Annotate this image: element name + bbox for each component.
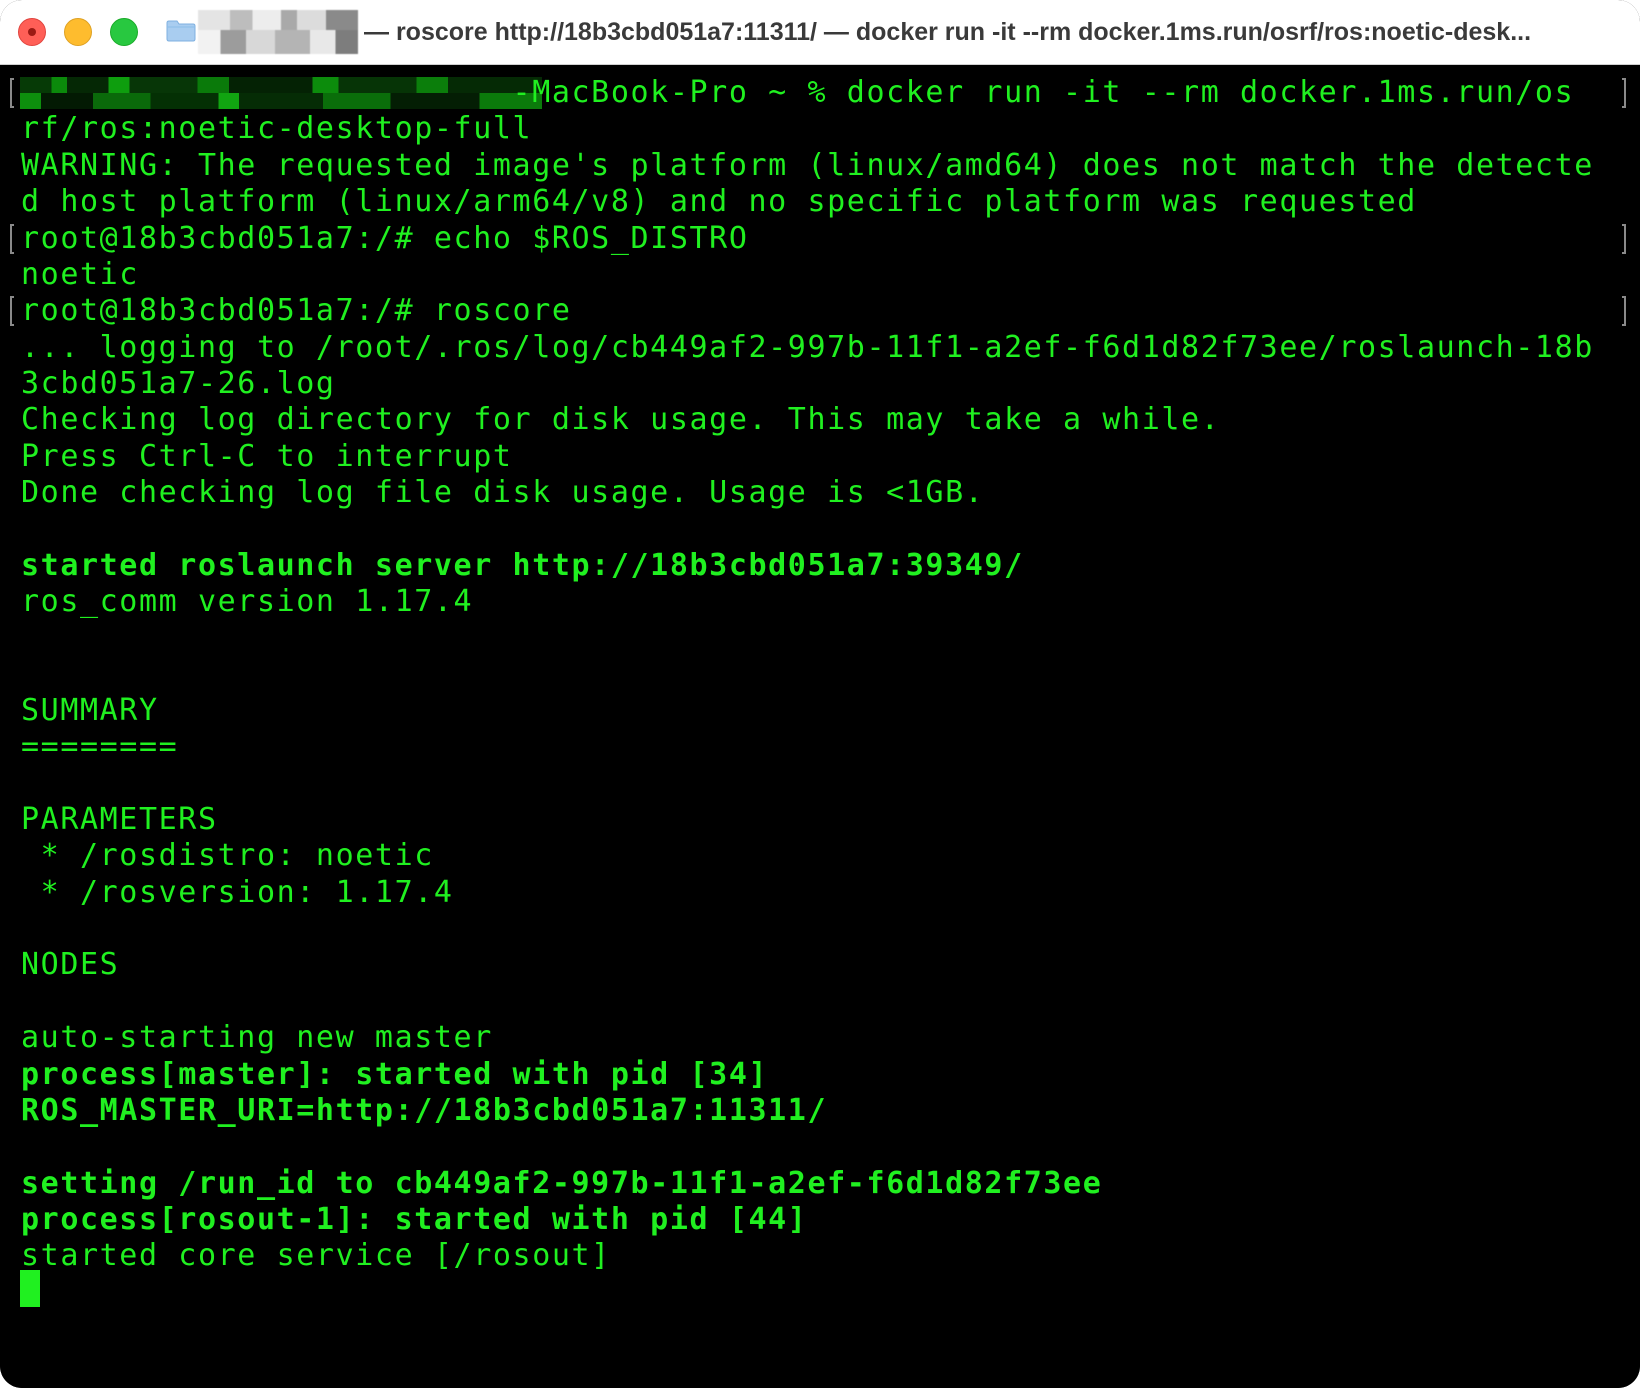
title-bar[interactable]: — roscore http://18b3cbd051a7:11311/ — d… [0,0,1640,65]
terminal-content[interactable]: -MacBook-Pro ~ % docker run -it --rm doc… [0,65,1640,1388]
terminal-line: NODES [21,947,120,982]
minimize-button[interactable] [64,18,92,46]
terminal-line: started core service [/rosout] [21,1238,611,1273]
terminal-line: ros_comm version 1.17.4 [21,584,474,619]
mark-bracket [10,78,14,108]
terminal-line: SUMMARY [21,693,159,728]
mark-bracket [1622,78,1626,108]
terminal-line: PARAMETERS [21,802,218,837]
terminal-line: process[rosout-1]: started with pid [44] [21,1202,808,1237]
terminal-line: noetic [21,257,139,292]
terminal-line: rf/ros:noetic-desktop-full [21,111,533,146]
terminal-line: d host platform (linux/arm64/v8) and no … [21,184,1417,219]
window-title: — roscore http://18b3cbd051a7:11311/ — d… [364,18,1532,46]
close-button[interactable] [18,18,46,46]
terminal-line: ... logging to /root/.ros/log/cb449af2-9… [21,330,1594,365]
terminal-line: -MacBook-Pro ~ % docker run -it --rm doc… [21,75,1575,110]
terminal-line: root@18b3cbd051a7:/# echo $ROS_DISTRO [21,221,749,256]
zoom-button[interactable] [110,18,138,46]
folder-icon [166,20,196,42]
terminal-line: * /rosdistro: noetic [21,838,434,873]
terminal-line: Done checking log file disk usage. Usage… [21,475,985,510]
terminal-line: Press Ctrl-C to interrupt [21,439,513,474]
terminal-line: * /rosversion: 1.17.4 [21,875,454,910]
terminal-cursor [20,1270,40,1307]
terminal-window: — roscore http://18b3cbd051a7:11311/ — d… [0,0,1640,1388]
mark-bracket [1622,296,1626,326]
terminal-line: started roslaunch server http://18b3cbd0… [21,548,1024,583]
terminal-line: ======== [21,729,179,764]
redacted-path [198,10,358,54]
terminal-line: 3cbd051a7-26.log [21,366,336,401]
mark-bracket [10,296,14,326]
mark-bracket [10,224,14,254]
terminal-line: ROS_MASTER_URI=http://18b3cbd051a7:11311… [21,1093,828,1128]
mark-bracket [1622,224,1626,254]
terminal-line: setting /run_id to cb449af2-997b-11f1-a2… [21,1166,1103,1201]
terminal-line: process[master]: started with pid [34] [21,1057,769,1092]
terminal-line: auto-starting new master [21,1020,493,1055]
terminal-line: Checking log directory for disk usage. T… [21,402,1221,437]
terminal-line: root@18b3cbd051a7:/# roscore [21,293,572,328]
terminal-line: WARNING: The requested image's platform … [21,148,1594,183]
